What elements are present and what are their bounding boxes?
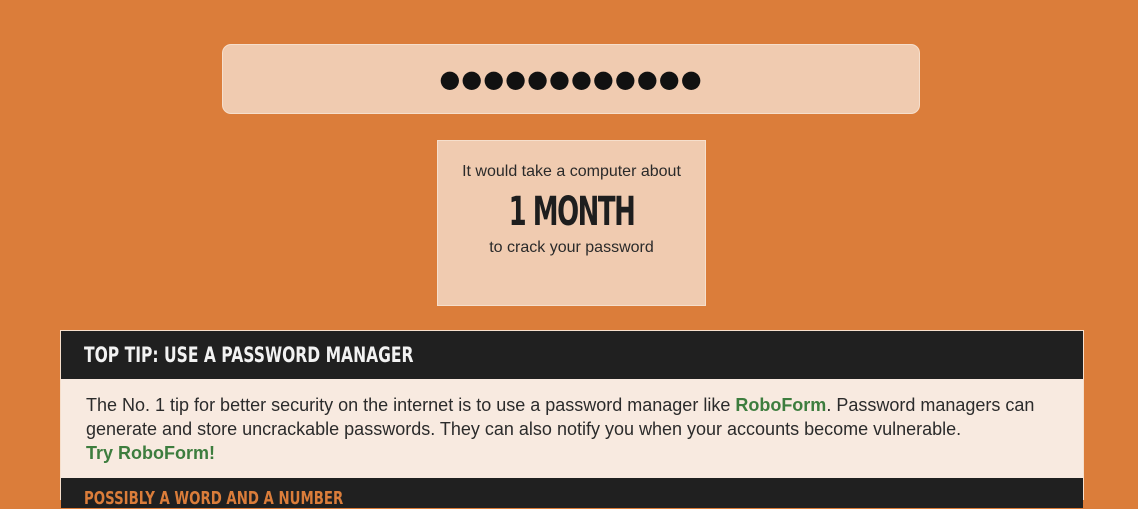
tip-text-before-link: The No. 1 tip for better security on the… — [86, 395, 736, 415]
password-input[interactable] — [223, 45, 919, 113]
roboform-link[interactable]: RoboForm — [735, 395, 826, 415]
top-tip-header: TOP TIP: USE A PASSWORD MANAGER — [61, 331, 1083, 379]
next-tip-header: POSSIBLY A WORD AND A NUMBER — [61, 478, 1083, 509]
crack-time-prefix: It would take a computer about — [462, 163, 681, 180]
password-field-container — [222, 44, 920, 114]
top-tip-title: TOP TIP: USE A PASSWORD MANAGER — [84, 343, 414, 367]
top-tip-body: The No. 1 tip for better security on the… — [86, 393, 1061, 465]
crack-time-panel: It would take a computer about 1 MONTH t… — [437, 140, 706, 306]
try-roboform-link[interactable]: Try RoboForm! — [86, 441, 1061, 465]
top-tip-card: TOP TIP: USE A PASSWORD MANAGER The No. … — [60, 330, 1084, 509]
crack-time-value: 1 MONTH — [508, 189, 636, 235]
next-tip-title: POSSIBLY A WORD AND A NUMBER — [84, 488, 344, 509]
crack-time-suffix: to crack your password — [489, 239, 654, 256]
